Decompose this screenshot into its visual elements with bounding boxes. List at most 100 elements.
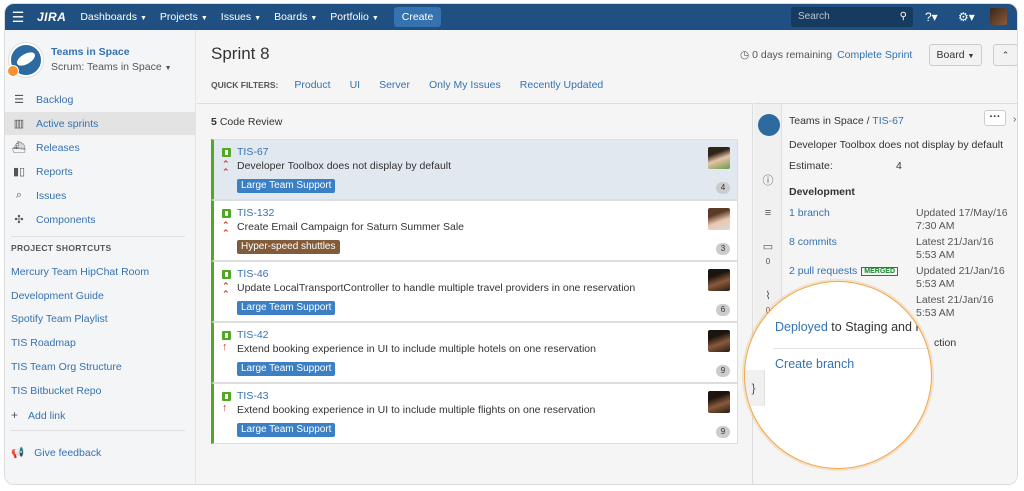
pull-requests-link[interactable]: 2 pull requests MERGED bbox=[789, 265, 899, 277]
priority-highest-icon: ⌃ ⌃ bbox=[222, 159, 230, 177]
deployment-status: Deployed to Staging and P bbox=[775, 320, 924, 334]
search-input[interactable]: Search ⚲ bbox=[791, 7, 913, 27]
issue-card[interactable]: TIS-67 ⌃ ⌃ Developer Toolbox does not dis… bbox=[211, 139, 738, 200]
issue-card[interactable]: TIS-46 ⌃ ⌃ Update LocalTransportControlle… bbox=[211, 261, 738, 322]
code-brace-icon: } bbox=[745, 370, 765, 406]
nav-label: Portfolio bbox=[330, 11, 369, 23]
deploy-text-tail: ction bbox=[934, 337, 957, 349]
assignee-avatar[interactable] bbox=[708, 269, 730, 291]
assignee-avatar[interactable] bbox=[708, 330, 730, 352]
notification-dot bbox=[7, 65, 19, 77]
search-placeholder: Search bbox=[798, 11, 830, 22]
assignee-avatar[interactable] bbox=[708, 208, 730, 230]
megaphone-icon: 📢 bbox=[11, 447, 25, 459]
branch-updated: Updated 17/May/16 7:30 AM bbox=[916, 207, 1008, 232]
description-icon[interactable]: ≡ bbox=[754, 207, 782, 219]
board-selector[interactable]: Scrum: Teams in Space ▼ bbox=[51, 61, 172, 73]
issue-key[interactable]: TIS-132 bbox=[237, 207, 274, 219]
estimate-field: Estimate: 4 bbox=[789, 160, 902, 172]
issue-card[interactable]: TIS-42 ↑ Extend booking experience in UI… bbox=[211, 322, 738, 383]
story-icon bbox=[222, 392, 231, 401]
sidebar-item-backlog[interactable]: ☰ Backlog bbox=[5, 88, 195, 111]
shortcut-link[interactable]: TIS Bitbucket Repo bbox=[11, 385, 101, 397]
sidebar-item-components[interactable]: ✣ Components bbox=[5, 208, 195, 231]
nav-label: Issues bbox=[220, 11, 252, 23]
menu-icon[interactable]: ☰ bbox=[5, 4, 31, 30]
chart-icon: ▮▯ bbox=[12, 166, 26, 178]
plus-icon: + bbox=[11, 408, 19, 422]
user-avatar[interactable] bbox=[990, 8, 1007, 25]
nav-issues[interactable]: Issues ▼ bbox=[221, 11, 261, 23]
shortcut-link[interactable]: TIS Team Org Structure bbox=[11, 361, 122, 373]
sidebar-item-active-sprints[interactable]: ▥ Active sprints bbox=[5, 112, 195, 135]
give-feedback-button[interactable]: 📢 Give feedback bbox=[11, 446, 101, 459]
sidebar-item-label: Releases bbox=[36, 141, 80, 154]
issue-key[interactable]: TIS-43 bbox=[237, 390, 269, 402]
gear-icon[interactable]: ⚙▾ bbox=[958, 4, 975, 30]
page-title: Sprint 8 bbox=[211, 44, 270, 63]
epic-label: Large Team Support bbox=[237, 301, 336, 315]
issue-card[interactable]: TIS-132 ⌃ ⌃ Create Email Campaign for Sat… bbox=[211, 200, 738, 261]
project-header: Teams in Space Scrum: Teams in Space ▼ bbox=[7, 43, 172, 77]
project-sidebar: Teams in Space Scrum: Teams in Space ▼ ☰… bbox=[5, 30, 196, 484]
sidebar-item-reports[interactable]: ▮▯ Reports bbox=[5, 160, 195, 183]
issue-summary: Extend booking experience in UI to inclu… bbox=[237, 404, 596, 416]
sidebar-item-label: Active sprints bbox=[36, 117, 99, 130]
branch-link[interactable]: 1 branch bbox=[789, 207, 830, 219]
issue-key[interactable]: TIS-67 bbox=[237, 146, 269, 158]
comment-icon[interactable]: ▭ bbox=[754, 240, 782, 253]
project-avatar[interactable] bbox=[7, 43, 43, 77]
complete-sprint-link[interactable]: Complete Sprint bbox=[837, 49, 912, 61]
top-navigation-bar: ☰ JIRA Dashboards ▼ Projects ▼ Issues ▼ Boa… bbox=[5, 4, 1017, 30]
chevron-down-icon: ▼ bbox=[164, 65, 172, 72]
sidebar-item-releases[interactable]: ⛴ Releases bbox=[5, 136, 195, 159]
nav-label: Dashboards bbox=[80, 11, 137, 23]
breadcrumb-issue-key[interactable]: TIS-67 bbox=[872, 115, 904, 127]
add-link-button[interactable]: + Add link bbox=[11, 408, 65, 422]
code-review-column: 5 Code Review TIS-67 ⌃ ⌃ Developer Toolbox… bbox=[197, 103, 753, 484]
more-actions-button[interactable]: ··· bbox=[984, 110, 1006, 126]
shortcut-link[interactable]: Development Guide bbox=[11, 290, 104, 302]
shortcut-link[interactable]: Spotify Team Playlist bbox=[11, 313, 108, 325]
filter-only-my-issues[interactable]: Only My Issues bbox=[429, 79, 501, 91]
create-button[interactable]: Create bbox=[393, 7, 442, 27]
board-name: Scrum: Teams in Space bbox=[51, 61, 162, 73]
help-icon[interactable]: ?▾ bbox=[925, 4, 938, 30]
comment-count: 0 bbox=[765, 257, 771, 266]
estimate-badge: 9 bbox=[716, 365, 730, 377]
divider bbox=[773, 348, 931, 349]
deployed-text: to Staging and P bbox=[827, 320, 924, 334]
issue-card[interactable]: TIS-43 ↑ Extend booking experience in UI… bbox=[211, 383, 738, 444]
story-icon bbox=[222, 331, 231, 340]
filter-server[interactable]: Server bbox=[379, 79, 410, 91]
nav-projects[interactable]: Projects ▼ bbox=[160, 11, 208, 23]
filter-ui[interactable]: UI bbox=[350, 79, 361, 91]
shortcut-link[interactable]: Mercury Team HipChat Room bbox=[11, 266, 149, 278]
sidebar-item-label: Issues bbox=[36, 189, 67, 202]
deployed-link[interactable]: Deployed bbox=[775, 320, 828, 334]
nav-dashboards[interactable]: Dashboards ▼ bbox=[80, 11, 147, 23]
issue-key[interactable]: TIS-42 bbox=[237, 329, 269, 341]
attachment-icon[interactable]: ⌇ bbox=[754, 289, 782, 302]
close-panel-icon[interactable]: › bbox=[1013, 114, 1016, 125]
project-name[interactable]: Teams in Space bbox=[51, 46, 172, 58]
issue-key[interactable]: TIS-46 bbox=[237, 268, 269, 280]
filter-recently-updated[interactable]: Recently Updated bbox=[520, 79, 603, 91]
sidebar-item-issues[interactable]: ⌕ Issues bbox=[5, 184, 195, 207]
jira-logo[interactable]: JIRA bbox=[37, 10, 66, 24]
breadcrumb-project[interactable]: Teams in Space bbox=[789, 115, 864, 127]
backlog-icon: ☰ bbox=[14, 94, 24, 106]
shortcut-link[interactable]: TIS Roadmap bbox=[11, 337, 76, 349]
info-icon[interactable]: ⓘ bbox=[754, 172, 782, 188]
assignee-avatar[interactable] bbox=[708, 147, 730, 169]
nav-boards[interactable]: Boards ▼ bbox=[274, 11, 317, 23]
filter-product[interactable]: Product bbox=[294, 79, 330, 91]
create-branch-link[interactable]: Create branch bbox=[775, 357, 854, 371]
sidebar-item-label: Backlog bbox=[36, 93, 74, 106]
nav-portfolio[interactable]: Portfolio ▼ bbox=[330, 11, 378, 23]
assignee-avatar[interactable] bbox=[708, 391, 730, 413]
board-menu-button[interactable]: Board ▼ bbox=[929, 44, 982, 66]
commits-link[interactable]: 8 commits bbox=[789, 236, 837, 248]
column-header: 5 Code Review bbox=[211, 116, 282, 128]
collapse-button[interactable]: ⌃ bbox=[993, 44, 1017, 66]
